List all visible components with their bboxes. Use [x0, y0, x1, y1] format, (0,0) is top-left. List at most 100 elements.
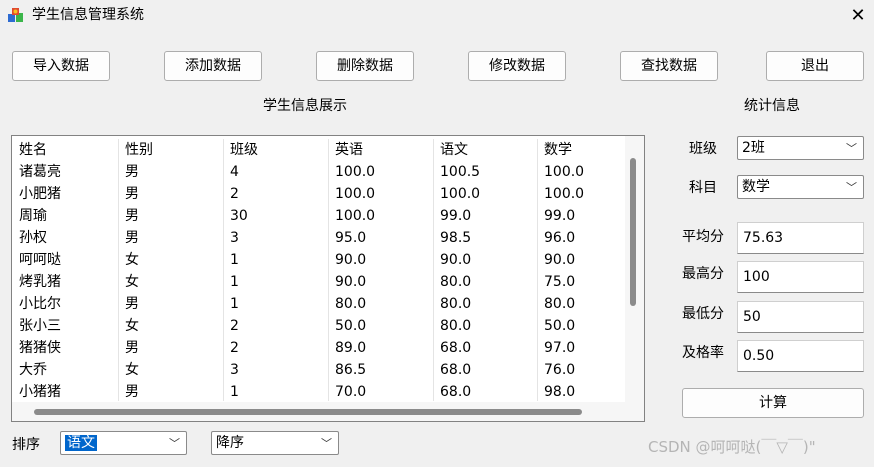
modify-data-button[interactable]: 修改数据 — [468, 51, 566, 81]
table-cell: 男 — [125, 208, 139, 224]
table-cell: 100.0 — [335, 186, 376, 202]
table-cell: 100.0 — [335, 164, 376, 180]
table-row[interactable]: 孙权 男 3 95.0 98.5 96.0 — [12, 227, 624, 249]
table-row[interactable]: 小肥猪 男 2 100.0 100.0 100.0 — [12, 183, 624, 205]
app-icon — [8, 8, 23, 22]
table-cell: 呵呵哒 — [19, 252, 61, 268]
table-row[interactable]: 小猪猪 男 1 70.0 68.0 98.0 — [12, 381, 624, 403]
table-cell: 30 — [230, 208, 248, 224]
sort-field-value: 语文 — [65, 435, 97, 451]
pass-rate-field[interactable]: 0.50 — [737, 340, 864, 372]
table-cell: 女 — [125, 318, 139, 334]
table-cell: 96.0 — [544, 230, 576, 246]
table-row[interactable]: 呵呵哒 女 1 90.0 90.0 90.0 — [12, 249, 624, 271]
table-cell: 周瑜 — [19, 208, 47, 224]
import-data-button[interactable]: 导入数据 — [12, 51, 110, 81]
table-cell: 80.0 — [335, 296, 367, 312]
column-header-class[interactable]: 班级 — [223, 139, 258, 161]
max-field[interactable]: 100 — [737, 261, 864, 293]
table-cell: 1 — [230, 252, 239, 268]
close-button[interactable]: ✕ — [842, 1, 874, 31]
vertical-scroll-thumb[interactable] — [630, 158, 636, 306]
table-cell: 2 — [230, 318, 239, 334]
sort-field-select[interactable]: 语文 ﹀ — [60, 431, 187, 455]
average-label: 平均分 — [682, 229, 724, 245]
table-cell: 90.0 — [335, 274, 367, 290]
subject-select-value: 数学 — [742, 179, 770, 195]
table-cell: 97.0 — [544, 340, 576, 356]
watermark: CSDN @呵呵哒(￣▽￣)" — [648, 438, 816, 456]
close-icon: ✕ — [850, 5, 866, 26]
column-header-math[interactable]: 数学 — [537, 139, 572, 161]
table-cell: 3 — [230, 362, 239, 378]
chevron-down-icon: ﹀ — [846, 181, 857, 194]
title-bar: 学生信息管理系统 ✕ — [0, 0, 874, 32]
table-cell: 80.0 — [544, 296, 576, 312]
table-cell: 女 — [125, 274, 139, 290]
chevron-down-icon: ﹀ — [846, 142, 857, 155]
calculate-button[interactable]: 计算 — [682, 388, 864, 418]
table-cell: 98.5 — [440, 230, 472, 246]
table-cell: 90.0 — [544, 252, 576, 268]
min-field[interactable]: 50 — [737, 301, 864, 333]
table-cell: 诸葛亮 — [19, 164, 61, 180]
table-cell: 50.0 — [544, 318, 576, 334]
table-row[interactable]: 诸葛亮 男 4 100.0 100.5 100.0 — [12, 161, 624, 183]
table-cell: 89.0 — [335, 340, 367, 356]
pass-rate-label: 及格率 — [682, 345, 724, 361]
table-cell: 4 — [230, 164, 239, 180]
table-cell: 1 — [230, 296, 239, 312]
column-header-english[interactable]: 英语 — [328, 139, 363, 161]
student-table[interactable]: 姓名 性别 班级 英语 语文 数学 诸葛亮男 4 100.0 100.5 100.0 小肥… — [11, 135, 645, 422]
subject-select[interactable]: 数学 ﹀ — [737, 175, 864, 199]
table-cell: 95.0 — [335, 230, 367, 246]
class-label: 班级 — [689, 141, 717, 157]
table-cell: 1 — [230, 274, 239, 290]
table-cell: 男 — [125, 230, 139, 246]
sort-label: 排序 — [12, 437, 40, 453]
table-cell: 75.0 — [544, 274, 576, 290]
chevron-down-icon: ﹀ — [321, 437, 332, 450]
min-label: 最低分 — [682, 306, 724, 322]
table-cell: 1 — [230, 384, 239, 400]
column-header-chinese[interactable]: 语文 — [433, 139, 468, 161]
table-cell: 男 — [125, 340, 139, 356]
stats-section-title: 统计信息 — [744, 98, 800, 114]
table-cell: 男 — [125, 296, 139, 312]
table-cell: 99.0 — [440, 208, 472, 224]
table-cell: 100.0 — [335, 208, 376, 224]
column-header-gender[interactable]: 性别 — [118, 139, 153, 161]
table-cell: 76.0 — [544, 362, 576, 378]
window-title: 学生信息管理系统 — [32, 7, 144, 23]
table-row[interactable]: 大乔 女 3 86.5 68.0 76.0 — [12, 359, 624, 381]
table-row[interactable]: 张小三 女 2 50.0 80.0 50.0 — [12, 315, 624, 337]
table-cell: 孙权 — [19, 230, 47, 246]
add-data-button[interactable]: 添加数据 — [164, 51, 262, 81]
table-cell: 100.5 — [440, 164, 481, 180]
table-cell: 小肥猪 — [19, 186, 61, 202]
column-header-name[interactable]: 姓名 — [12, 139, 47, 161]
exit-button[interactable]: 退出 — [766, 51, 864, 81]
table-cell: 男 — [125, 164, 139, 180]
delete-data-button[interactable]: 删除数据 — [316, 51, 414, 81]
table-cell: 50.0 — [335, 318, 367, 334]
table-cell: 女 — [125, 362, 139, 378]
sort-order-select[interactable]: 降序 ﹀ — [211, 431, 339, 455]
table-row[interactable]: 猪猪侠 男 2 89.0 68.0 97.0 — [12, 337, 624, 359]
average-field[interactable]: 75.63 — [737, 222, 864, 254]
table-cell: 86.5 — [335, 362, 367, 378]
table-row[interactable]: 小比尔 男 1 80.0 80.0 80.0 — [12, 293, 624, 315]
table-row[interactable]: 周瑜 男 30 100.0 99.0 99.0 — [12, 205, 624, 227]
table-cell: 70.0 — [335, 384, 367, 400]
table-row[interactable]: 烤乳猪 女 1 90.0 80.0 75.0 — [12, 271, 624, 293]
table-cell: 男 — [125, 186, 139, 202]
find-data-button[interactable]: 查找数据 — [620, 51, 718, 81]
class-select[interactable]: 2班 ﹀ — [737, 136, 864, 160]
table-cell: 100.0 — [544, 186, 585, 202]
horizontal-scroll-thumb[interactable] — [34, 409, 582, 415]
table-cell: 男 — [125, 384, 139, 400]
table-cell: 68.0 — [440, 362, 472, 378]
table-section-title: 学生信息展示 — [263, 98, 347, 114]
table-cell: 猪猪侠 — [19, 340, 61, 356]
class-select-value: 2班 — [742, 140, 765, 156]
